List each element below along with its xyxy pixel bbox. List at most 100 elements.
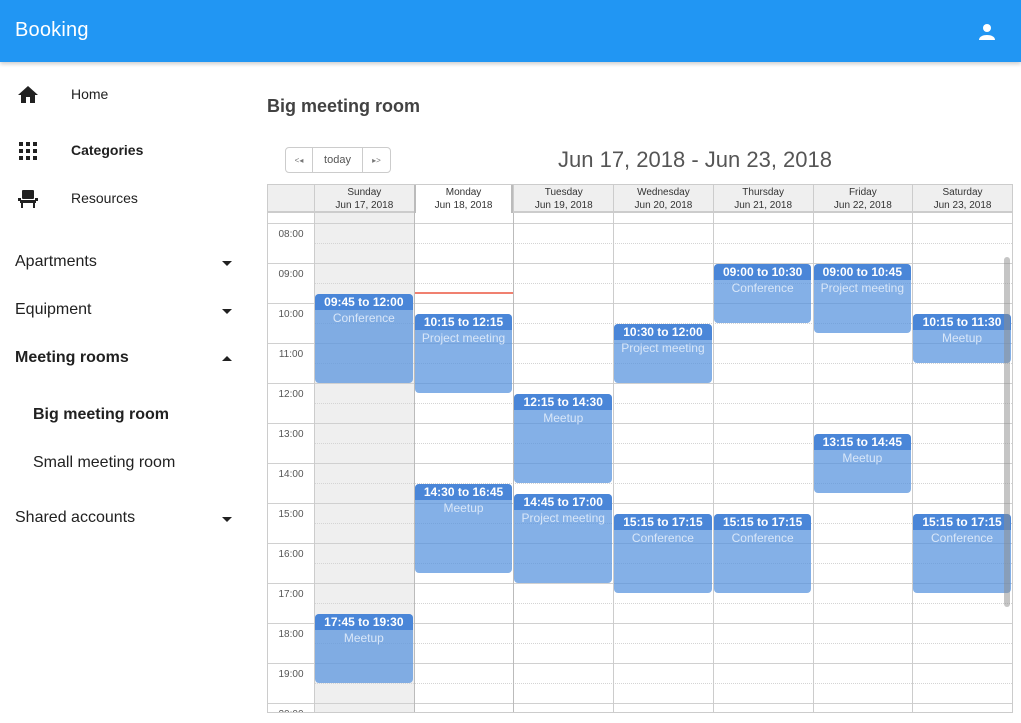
sidebar-group-meeting-rooms[interactable]: Meeting rooms [0, 339, 250, 379]
sidebar-item-home[interactable]: Home [0, 75, 250, 115]
calendar-event[interactable]: 09:00 to 10:45 Project meeting [813, 264, 912, 333]
event-time: 14:45 to 17:00 [514, 494, 613, 510]
half-hour-line [314, 683, 1012, 684]
time-label: 09:00 [278, 269, 304, 280]
seat-icon [16, 187, 40, 211]
event-time: 17:45 to 19:30 [315, 614, 413, 630]
calendar-scrollbar[interactable] [1004, 257, 1010, 607]
column-line [1011, 213, 1012, 712]
day-date: Jun 23, 2018 [933, 200, 992, 211]
hour-line [268, 703, 1012, 704]
calendar-event[interactable]: 12:15 to 14:30 Meetup [514, 394, 613, 483]
sub-item-label: Big meeting room [33, 406, 170, 423]
calendar-nav: <◂ today ▸> [285, 147, 391, 173]
sidebar-item-small-meeting-room[interactable]: Small meeting room [0, 443, 250, 483]
event-time: 09:00 to 10:45 [813, 264, 912, 280]
event-time: 10:15 to 11:30 [913, 314, 1011, 330]
event-time: 10:15 to 12:15 [414, 314, 513, 330]
chevron-down-icon [222, 261, 232, 266]
event-time: 15:15 to 17:15 [614, 514, 712, 530]
time-label: 16:00 [278, 549, 304, 560]
time-label: 14:00 [278, 469, 304, 480]
next-week-button[interactable]: ▸> [363, 148, 390, 172]
sidebar-item-label: Home [71, 86, 109, 102]
day-date: Jun 19, 2018 [534, 200, 593, 211]
event-title: Conference [631, 531, 694, 545]
today-button[interactable]: today [313, 148, 363, 172]
date-range: Jun 17, 2018 - Jun 23, 2018 [558, 147, 832, 172]
chevron-down-icon [222, 309, 232, 314]
calendar-event[interactable]: 14:30 to 16:45 Meetup [414, 484, 513, 573]
calendar-event[interactable]: 09:00 to 10:30 Conference [713, 264, 812, 323]
day-date: Jun 17, 2018 [335, 200, 394, 211]
week-calendar: Sunday Jun 17, 2018 Monday Jun 18, 2018 Tues… [267, 184, 1013, 713]
calendar-event[interactable]: 15:15 to 17:15 Conference [913, 514, 1011, 593]
day-header: Thursday Jun 21, 2018 [712, 185, 813, 213]
event-title: Meetup [443, 501, 484, 515]
calendar-event[interactable]: 15:15 to 17:15 Conference [614, 514, 712, 593]
day-header: Saturday Jun 23, 2018 [912, 185, 1012, 213]
group-label: Meeting rooms [15, 349, 129, 366]
apps-grid-icon [16, 139, 40, 163]
sidebar-item-resources[interactable]: Resources [0, 179, 250, 219]
event-title: Meetup [543, 411, 584, 425]
event-time: 15:15 to 17:15 [913, 514, 1011, 530]
day-date: Jun 18, 2018 [434, 200, 493, 211]
calendar-event[interactable]: 13:15 to 14:45 Meetup [813, 434, 912, 493]
day-date: Jun 20, 2018 [634, 200, 693, 211]
sidebar-item-big-meeting-room[interactable]: Big meeting room [0, 395, 250, 435]
hour-line [268, 383, 1012, 384]
event-title: Project meeting [621, 341, 705, 355]
calendar-body[interactable]: 08:00 09:00 10:00 11:00 12:00 13:00 14:00 15:00… [268, 213, 1012, 712]
sidebar-group-equipment[interactable]: Equipment [0, 291, 250, 331]
time-label: 10:00 [278, 309, 304, 320]
column-line [413, 213, 415, 712]
sidebar-item-label: Categories [71, 142, 144, 158]
day-header: Sunday Jun 17, 2018 [314, 185, 414, 213]
day-date: Jun 21, 2018 [734, 200, 793, 211]
day-header: Monday Jun 18, 2018 [413, 185, 514, 213]
event-time: 12:15 to 14:30 [514, 394, 613, 410]
day-header: Friday Jun 22, 2018 [812, 185, 913, 213]
account-icon[interactable] [975, 20, 999, 44]
event-title: Conference [332, 311, 395, 325]
time-label: 15:00 [278, 509, 304, 520]
time-label: 20:00 [268, 709, 314, 712]
event-time: 10:30 to 12:00 [614, 324, 712, 340]
sidebar-item-categories[interactable]: Categories [0, 131, 250, 171]
event-time: 09:00 to 10:30 [713, 264, 812, 280]
calendar-event[interactable]: 10:15 to 12:15 Project meeting [414, 314, 513, 393]
event-time: 14:30 to 16:45 [414, 484, 513, 500]
column-line [912, 213, 914, 712]
time-label: 11:00 [278, 349, 304, 360]
hour-line [268, 423, 1012, 424]
half-hour-line [314, 403, 1012, 404]
event-title: Meetup [842, 451, 883, 465]
time-label: 17:00 [278, 589, 304, 600]
day-name: Friday [848, 187, 877, 198]
day-name: Wednesday [637, 187, 690, 198]
calendar-event[interactable]: 14:45 to 17:00 Project meeting [514, 494, 613, 583]
prev-week-button[interactable]: <◂ [286, 148, 313, 172]
event-title: Project meeting [521, 511, 605, 525]
sub-item-label: Small meeting room [33, 454, 176, 471]
calendar-event[interactable]: 17:45 to 19:30 Meetup [315, 614, 413, 683]
calendar-event[interactable]: 09:45 to 12:00 Conference [315, 294, 413, 383]
sidebar-group-shared-accounts[interactable]: Shared accounts [0, 499, 250, 539]
event-title: Conference [731, 281, 794, 295]
event-title: Project meeting [421, 331, 506, 345]
time-label: 13:00 [278, 429, 304, 440]
chevron-down-icon [222, 517, 232, 522]
time-label: 18:00 [278, 629, 304, 640]
calendar-event[interactable]: 15:15 to 17:15 Conference [713, 514, 812, 593]
current-time-indicator [414, 292, 514, 294]
calendar-event[interactable]: 10:30 to 12:00 Project meeting [614, 324, 712, 383]
app-bar: Booking [0, 0, 1021, 62]
day-name: Tuesday [544, 187, 583, 198]
page-title: Big meeting room [267, 96, 421, 116]
hour-line [268, 223, 1012, 224]
home-icon [16, 83, 40, 107]
sidebar-group-apartments[interactable]: Apartments [0, 243, 250, 283]
calendar-event[interactable]: 10:15 to 11:30 Meetup [913, 314, 1011, 363]
day-name: Sunday [347, 187, 382, 198]
